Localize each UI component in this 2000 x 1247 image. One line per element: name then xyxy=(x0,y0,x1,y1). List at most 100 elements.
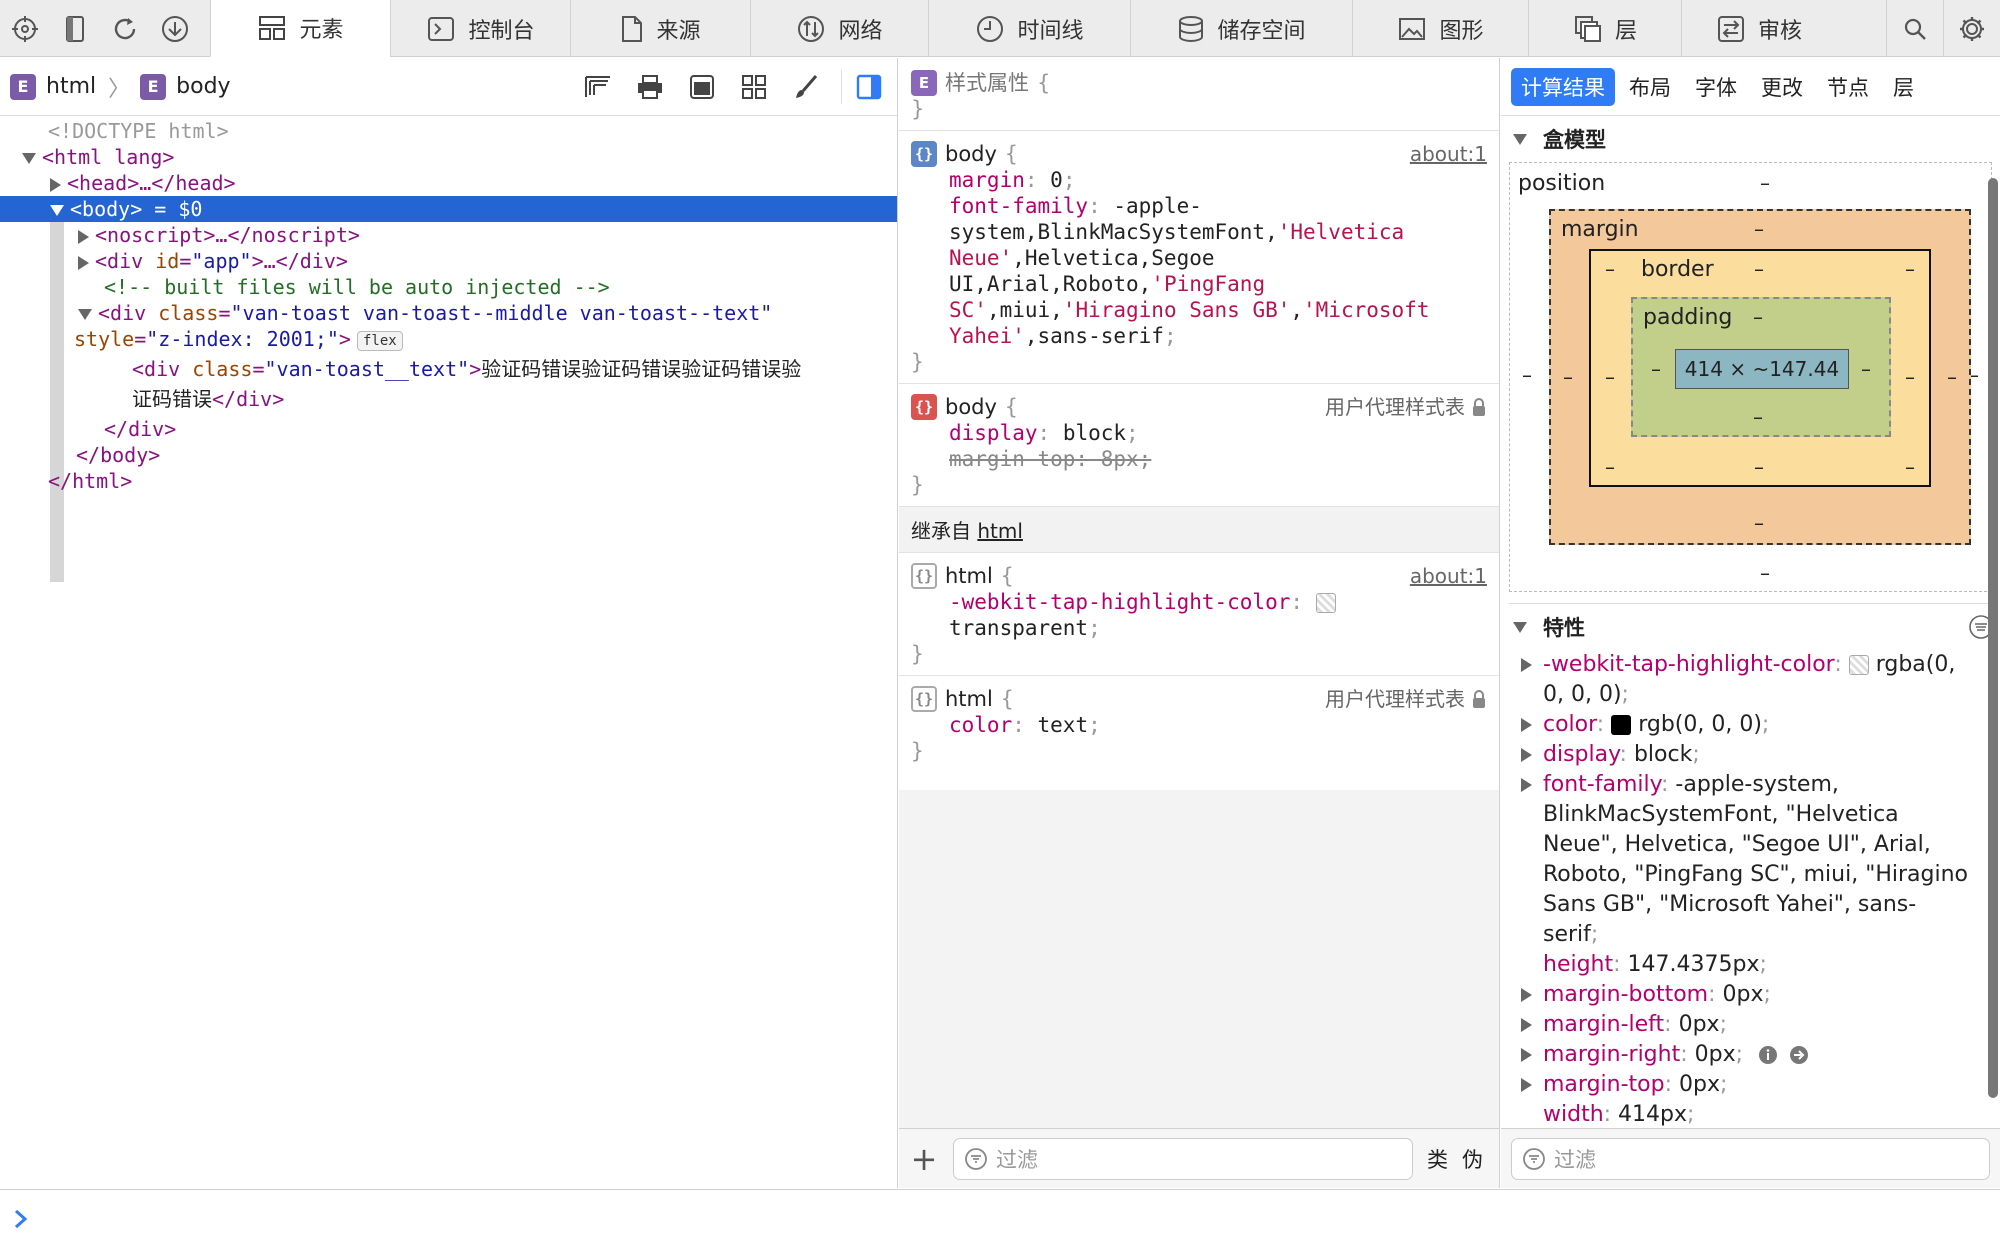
dom-node-toast-text[interactable]: <div class="van-toast__text">验证码错误验证码错误验… xyxy=(0,356,897,386)
property-name[interactable]: font-family xyxy=(949,194,1088,218)
download-icon[interactable] xyxy=(150,0,200,57)
dom-node-close-div[interactable]: </div> xyxy=(0,416,897,442)
console-prompt[interactable] xyxy=(0,1189,2000,1247)
overridden-property[interactable]: margin-top: 8px; xyxy=(911,446,1487,472)
property-value[interactable]: 0 xyxy=(1050,168,1063,192)
property-value[interactable]: transparent xyxy=(949,616,1088,640)
computed-prop[interactable]: margin-right: 0px; xyxy=(1513,1040,1992,1070)
tab-console[interactable]: 控制台 xyxy=(390,0,570,57)
content-box[interactable]: 414 × ~147.44 xyxy=(1675,349,1849,389)
disclosure-closed-icon[interactable] xyxy=(78,255,89,270)
disclosure-closed-icon[interactable] xyxy=(1521,778,1532,792)
boxmodel-header[interactable]: 盒模型 xyxy=(1501,116,2000,162)
property-name[interactable]: -webkit-tap-highlight-color xyxy=(949,590,1290,614)
tab-fonts[interactable]: 字体 xyxy=(1685,68,1747,106)
dom-node-head[interactable]: <head>…</head> xyxy=(0,170,897,196)
disclosure-open-icon[interactable] xyxy=(78,309,92,320)
tab-layers[interactable]: 层 xyxy=(1528,0,1681,57)
inspect-element-icon[interactable] xyxy=(0,0,50,57)
tab-node[interactable]: 节点 xyxy=(1817,68,1879,106)
info-icon[interactable] xyxy=(1758,1045,1778,1065)
dom-node-html[interactable]: <html lang> xyxy=(0,144,897,170)
property-value[interactable]: -apple- xyxy=(1113,194,1202,218)
style-attribute-rule[interactable]: E 样式属性{ } xyxy=(899,58,1499,131)
style-rule-body-author[interactable]: {} body{ about:1 margin: 0; font-family: … xyxy=(899,131,1499,384)
dom-node-body[interactable]: <body> = $0 xyxy=(0,196,897,222)
disclosure-open-icon[interactable] xyxy=(1513,621,1527,633)
computed-prop[interactable]: display: block; xyxy=(1513,740,1992,770)
tab-computed[interactable]: 计算结果 xyxy=(1511,67,1615,106)
breadcrumb-item-body[interactable]: E body xyxy=(140,73,231,100)
dom-node-noscript[interactable]: <noscript>…</noscript> xyxy=(0,222,897,248)
dom-node-doctype[interactable]: <!DOCTYPE html> xyxy=(0,118,897,144)
dom-node-comment[interactable]: <!-- built files will be auto injected -… xyxy=(0,274,897,300)
grid-overlay-icon[interactable] xyxy=(581,70,615,104)
gear-icon[interactable] xyxy=(1943,0,2000,57)
pseudo-button[interactable]: 伪 xyxy=(1462,1144,1483,1174)
padding-box[interactable]: padding – – – – 414 × ~147.44 xyxy=(1631,297,1891,437)
window-icon[interactable] xyxy=(685,70,719,104)
dom-node-close-body[interactable]: </body> xyxy=(0,442,897,468)
computed-prop[interactable]: margin-left: 0px; xyxy=(1513,1010,1992,1040)
tab-audit[interactable]: 审核 xyxy=(1681,0,1836,57)
property-name[interactable]: margin xyxy=(949,168,1025,192)
computed-filter-input[interactable]: 过滤 xyxy=(1511,1137,1990,1180)
classes-button[interactable]: 类 xyxy=(1427,1144,1448,1174)
print-icon[interactable] xyxy=(633,70,667,104)
dom-node-div-app[interactable]: <div id="app">…</div> xyxy=(0,248,897,274)
style-rule-html-author[interactable]: {} html{ about:1 -webkit-tap-highlight-co… xyxy=(899,553,1499,676)
computed-prop[interactable]: height: 147.4375px; xyxy=(1513,950,1992,980)
property-value[interactable]: block xyxy=(1063,421,1126,445)
computed-prop[interactable]: margin-top: 0px; xyxy=(1513,1070,1992,1100)
tab-storage[interactable]: 储存空间 xyxy=(1130,0,1352,57)
tab-graphics[interactable]: 图形 xyxy=(1352,0,1528,57)
tab-changes[interactable]: 更改 xyxy=(1751,68,1813,106)
property-name[interactable]: color xyxy=(949,713,1012,737)
property-value[interactable]: text xyxy=(1038,713,1089,737)
disclosure-open-icon[interactable] xyxy=(22,153,36,164)
go-to-arrow-icon[interactable] xyxy=(1789,1045,1809,1065)
margin-box[interactable]: margin – – – – – border – – – – – – – pa… xyxy=(1549,209,1971,545)
device-icon[interactable] xyxy=(50,0,100,57)
breadcrumb-item-html[interactable]: E html xyxy=(10,73,96,100)
disclosure-closed-icon[interactable] xyxy=(50,177,61,192)
flex-badge[interactable]: flex xyxy=(356,330,403,351)
layout-grid-icon[interactable] xyxy=(737,70,771,104)
dom-node-close-html[interactable]: </html> xyxy=(0,468,897,494)
computed-prop[interactable]: width: 414px; xyxy=(1513,1100,1992,1130)
rule-source-link[interactable]: about:1 xyxy=(1410,563,1487,589)
tab-network[interactable]: 网络 xyxy=(750,0,928,57)
disclosure-closed-icon[interactable] xyxy=(1521,658,1532,672)
scrollbar-thumb[interactable] xyxy=(1988,178,1998,1098)
styles-filter-input[interactable]: 过滤 xyxy=(953,1137,1413,1180)
computed-prop[interactable]: margin-bottom: 0px; xyxy=(1513,980,1992,1010)
search-icon[interactable] xyxy=(1886,0,1943,57)
color-swatch[interactable] xyxy=(1315,593,1336,613)
style-rule-html-ua[interactable]: {} html{ 用户代理样式表 color: text; } xyxy=(899,676,1499,772)
disclosure-open-icon[interactable] xyxy=(50,205,64,216)
computed-prop[interactable]: -webkit-tap-highlight-color: rgba(0, xyxy=(1513,650,1992,680)
color-swatch[interactable] xyxy=(1611,715,1632,735)
tab-timeline[interactable]: 时间线 xyxy=(928,0,1130,57)
style-rule-body-ua[interactable]: {} body{ 用户代理样式表 display: block; margin-t… xyxy=(899,384,1499,507)
properties-header[interactable]: 特性 xyxy=(1501,604,2000,650)
disclosure-closed-icon[interactable] xyxy=(1521,988,1532,1002)
rule-source-link[interactable]: about:1 xyxy=(1410,141,1487,167)
reload-icon[interactable] xyxy=(100,0,150,57)
disclosure-closed-icon[interactable] xyxy=(1521,1048,1532,1062)
disclosure-closed-icon[interactable] xyxy=(1521,748,1532,762)
disclosure-open-icon[interactable] xyxy=(1513,133,1527,145)
dom-node-van-toast[interactable]: <div class="van-toast van-toast--middle … xyxy=(0,300,897,326)
border-box[interactable]: – border – – – – – – – padding – – – – 4… xyxy=(1589,249,1931,487)
disclosure-closed-icon[interactable] xyxy=(1521,718,1532,732)
disclosure-closed-icon[interactable] xyxy=(1521,1018,1532,1032)
color-swatch[interactable] xyxy=(1848,655,1869,675)
inherited-from-link[interactable]: html xyxy=(977,519,1023,543)
disclosure-closed-icon[interactable] xyxy=(78,229,89,244)
sidebar-toggle-icon[interactable] xyxy=(841,69,885,104)
tab-sources[interactable]: 来源 xyxy=(570,0,750,57)
computed-prop[interactable]: color: rgb(0, 0, 0); xyxy=(1513,710,1992,740)
property-name[interactable]: display xyxy=(949,421,1038,445)
tab-layers-sidebar[interactable]: 层 xyxy=(1883,68,1924,106)
disclosure-closed-icon[interactable] xyxy=(1521,1078,1532,1092)
